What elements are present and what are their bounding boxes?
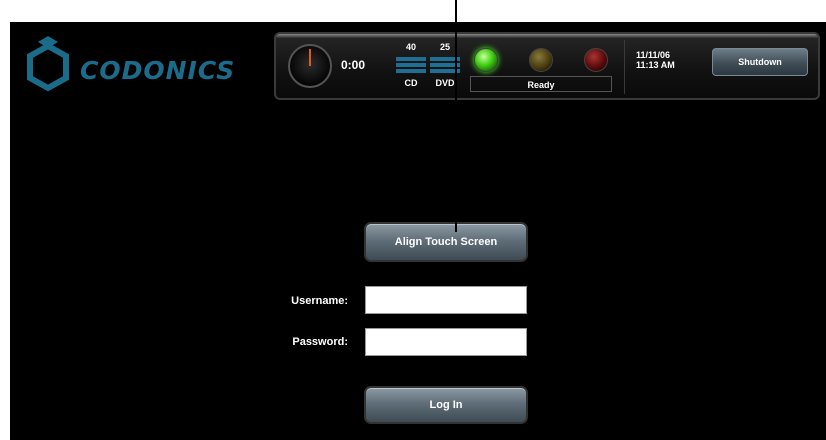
progress-dial-icon [288,44,332,88]
codonics-logo: CODONICS [26,36,235,92]
status-text: Ready [470,76,612,92]
warning-lamp-icon [529,48,553,72]
elapsed-time: 0:00 [341,58,366,72]
status-divider [624,40,625,94]
logo-text: CODONICS [80,55,236,85]
password-field[interactable] [365,328,527,356]
cd-label: CD [404,78,418,88]
log-in-button[interactable]: Log In [364,386,528,424]
touch-screen: CODONICS 0:00 40 CD 25 DVD Ready 11/11/0… [10,22,826,440]
date-text: 11/11/06 [636,50,671,60]
shutdown-button[interactable]: Shutdown [712,48,808,76]
hexagon-logo-icon [26,36,70,92]
status-bar: 0:00 40 CD 25 DVD Ready 11/11/06 11:13 A… [274,32,820,100]
date-time: 11/11/06 11:13 AM [636,50,675,70]
ready-lamp-icon [474,48,498,72]
clock-text: 11:13 AM [636,60,675,70]
username-label: Username: [291,295,348,307]
dial-needle [309,49,311,66]
username-field[interactable] [365,286,527,314]
align-touch-screen-button[interactable]: Align Touch Screen [364,222,528,262]
cd-level [396,54,426,76]
callout-line [455,0,457,232]
cd-bin: 40 CD [396,42,426,88]
cd-count: 40 [405,42,416,52]
password-label: Password: [292,336,348,348]
error-lamp-icon [584,48,608,72]
